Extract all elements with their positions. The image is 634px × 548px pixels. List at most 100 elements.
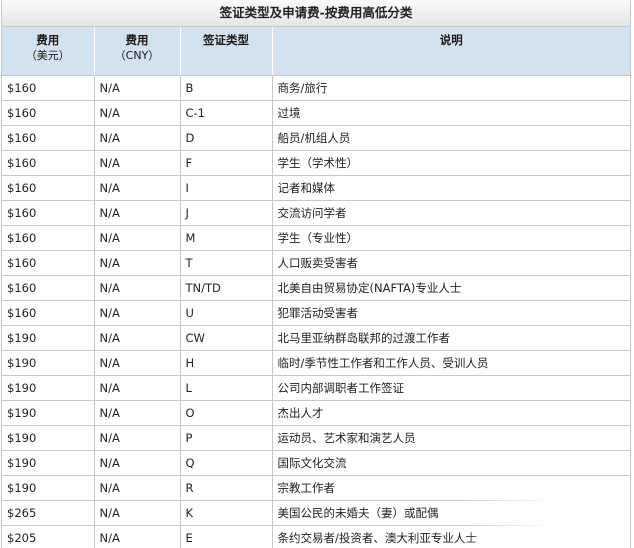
fee-cny-cell: N/A xyxy=(94,400,181,426)
fee-usd-cell: $190 xyxy=(2,450,95,476)
table-header: 费用 （美元） 费用 （CNY） 签证类型 说明 xyxy=(2,27,630,76)
fee-usd-cell: $190 xyxy=(2,400,95,426)
visa-type-cell: J xyxy=(180,200,273,226)
table-row: $190 N/A Q 国际文化交流 xyxy=(2,450,630,476)
visa-type-cell: R xyxy=(180,475,273,501)
fee-cny-cell: N/A xyxy=(94,525,181,548)
visa-type-cell: B xyxy=(180,75,273,101)
visa-type-cell: F xyxy=(180,150,273,176)
description-cell: 公司内部调职者工作签证 xyxy=(272,375,630,401)
fee-usd-cell: $160 xyxy=(2,75,95,101)
fee-usd-cell: $265 xyxy=(2,500,95,526)
description-cell: 人口贩卖受害者 xyxy=(272,250,630,276)
table-caption: 签证类型及申请费-按费用高低分类 xyxy=(2,0,630,27)
fee-cny-cell: N/A xyxy=(94,325,181,351)
table-row: $190 N/A H 临时/季节性工作者和工作人员、受训人员 xyxy=(2,350,630,376)
fee-cny-cell: N/A xyxy=(94,200,181,226)
description-cell: 北马里亚纳群岛联邦的过渡工作者 xyxy=(272,325,630,351)
fee-cny-cell: N/A xyxy=(94,125,181,151)
description-cell: 船员/机组人员 xyxy=(272,125,630,151)
visa-type-cell: Q xyxy=(180,450,273,476)
fee-usd-cell: $160 xyxy=(2,125,95,151)
fee-cny-cell: N/A xyxy=(94,225,181,251)
description-cell: 学生（专业性） xyxy=(272,225,630,251)
visa-type-cell: D xyxy=(180,125,273,151)
fee-cny-cell: N/A xyxy=(94,175,181,201)
description-cell: 宗教工作者 xyxy=(272,475,630,501)
header-fee-usd: 费用 （美元） xyxy=(2,27,95,76)
visa-type-cell: TN/TD xyxy=(180,275,273,301)
header-row: 费用 （美元） 费用 （CNY） 签证类型 说明 xyxy=(2,27,630,76)
visa-type-cell: CW xyxy=(180,325,273,351)
header-visa-type: 签证类型 xyxy=(180,27,273,76)
table-row: $160 N/A F 学生（学术性） xyxy=(2,150,630,176)
table-row: $160 N/A C-1 过境 xyxy=(2,100,630,126)
fee-usd-cell: $190 xyxy=(2,475,95,501)
table-row: $160 N/A D 船员/机组人员 xyxy=(2,125,630,151)
fee-usd-cell: $160 xyxy=(2,200,95,226)
fee-usd-cell: $190 xyxy=(2,325,95,351)
visa-type-cell: H xyxy=(180,350,273,376)
table-row: $160 N/A I 记者和媒体 xyxy=(2,175,630,201)
table-row: $160 N/A J 交流访问学者 xyxy=(2,200,630,226)
fee-cny-cell: N/A xyxy=(94,375,181,401)
description-cell: 杰出人才 xyxy=(272,400,630,426)
fee-cny-cell: N/A xyxy=(94,250,181,276)
fee-cny-cell: N/A xyxy=(94,150,181,176)
visa-type-cell: T xyxy=(180,250,273,276)
visa-type-cell: M xyxy=(180,225,273,251)
header-fee-cny-sub: （CNY） xyxy=(114,49,160,62)
table-row: $160 N/A U 犯罪活动受害者 xyxy=(2,300,630,326)
description-cell: 犯罪活动受害者 xyxy=(272,300,630,326)
fee-usd-cell: $160 xyxy=(2,250,95,276)
description-cell: 国际文化交流 xyxy=(272,450,630,476)
fee-usd-cell: $190 xyxy=(2,375,95,401)
table-row: $190 N/A O 杰出人才 xyxy=(2,400,630,426)
header-fee-usd-title: 费用 xyxy=(36,33,60,47)
fee-cny-cell: N/A xyxy=(94,500,181,526)
description-cell: 条约交易者/投资者、澳大利亚专业人士 xyxy=(272,525,630,548)
fee-cny-cell: N/A xyxy=(94,75,181,101)
description-cell: 商务/旅行 xyxy=(272,75,630,101)
fee-cny-cell: N/A xyxy=(94,450,181,476)
table-row: $160 N/A M 学生（专业性） xyxy=(2,225,630,251)
visa-type-cell: U xyxy=(180,300,273,326)
table-body: $160 N/A B 商务/旅行 $160 N/A C-1 过境 $160 N/A D 船员/机组人员… xyxy=(2,75,630,548)
table-row: $160 N/A B 商务/旅行 xyxy=(2,75,630,101)
visa-type-cell: C-1 xyxy=(180,100,273,126)
visa-type-cell: O xyxy=(180,400,273,426)
fee-usd-cell: $160 xyxy=(2,100,95,126)
description-cell: 临时/季节性工作者和工作人员、受训人员 xyxy=(272,350,630,376)
fee-usd-cell: $205 xyxy=(2,525,95,548)
visa-fee-table-panel: 签证类型及申请费-按费用高低分类 费用 （美元） 费用 （CNY） 签证类型 说… xyxy=(1,0,631,548)
fee-usd-cell: $190 xyxy=(2,350,95,376)
visa-fee-table: 费用 （美元） 费用 （CNY） 签证类型 说明 $160 N/A B 商务/旅行 $1… xyxy=(2,27,630,548)
description-cell: 运动员、艺术家和演艺人员 xyxy=(272,425,630,451)
table-row: $160 N/A TN/TD 北美自由贸易协定(NAFTA)专业人士 xyxy=(2,275,630,301)
table-row: $190 N/A CW 北马里亚纳群岛联邦的过渡工作者 xyxy=(2,325,630,351)
fee-usd-cell: $160 xyxy=(2,150,95,176)
fee-cny-cell: N/A xyxy=(94,475,181,501)
fee-usd-cell: $160 xyxy=(2,275,95,301)
table-row: $190 N/A P 运动员、艺术家和演艺人员 xyxy=(2,425,630,451)
fee-usd-cell: $160 xyxy=(2,225,95,251)
description-cell: 学生（学术性） xyxy=(272,150,630,176)
header-fee-usd-sub: （美元） xyxy=(25,49,70,62)
visa-type-cell: L xyxy=(180,375,273,401)
fee-usd-cell: $190 xyxy=(2,425,95,451)
fee-cny-cell: N/A xyxy=(94,425,181,451)
fee-cny-cell: N/A xyxy=(94,300,181,326)
visa-type-cell: E xyxy=(180,525,273,548)
description-cell: 记者和媒体 xyxy=(272,175,630,201)
table-row: $190 N/A R 宗教工作者 xyxy=(2,475,630,501)
fee-usd-cell: $160 xyxy=(2,300,95,326)
fee-cny-cell: N/A xyxy=(94,350,181,376)
table-row: $190 N/A L 公司内部调职者工作签证 xyxy=(2,375,630,401)
fee-cny-cell: N/A xyxy=(94,100,181,126)
fee-usd-cell: $160 xyxy=(2,175,95,201)
visa-type-cell: I xyxy=(180,175,273,201)
fee-cny-cell: N/A xyxy=(94,275,181,301)
description-cell: 交流访问学者 xyxy=(272,200,630,226)
description-cell: 北美自由贸易协定(NAFTA)专业人士 xyxy=(272,275,630,301)
description-cell: 过境 xyxy=(272,100,630,126)
